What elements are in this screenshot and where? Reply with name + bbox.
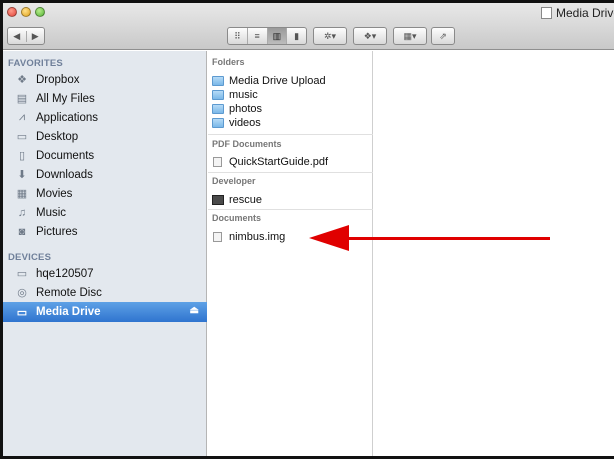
movies-icon: ▦ [16, 188, 28, 200]
dropbox-icon: ❖ [17, 74, 27, 86]
sidebar-item-label: Downloads [36, 168, 93, 181]
file-name: videos [229, 117, 261, 129]
sidebar-item-documents[interactable]: ▯ Documents [3, 146, 207, 165]
folder-icon [212, 76, 224, 86]
coverflow-view-icon[interactable]: ▮ [286, 28, 306, 44]
list-item-folder[interactable]: Media Drive Upload [212, 74, 372, 88]
sidebar-item-dropbox[interactable]: ❖ Dropbox [3, 70, 207, 89]
file-name: Media Drive Upload [229, 75, 326, 87]
sidebar: FAVORITES ❖ Dropbox ▤ All My Files ⩘ App… [3, 51, 207, 459]
sidebar-item-label: Remote Disc [36, 286, 102, 299]
window-title: Media Drive [541, 6, 614, 20]
list-item-file[interactable]: rescue [212, 193, 372, 207]
section-header-developer: Developer [212, 176, 256, 186]
folder-icon [212, 118, 224, 128]
sidebar-item-media-drive[interactable]: ▭ Media Drive ⏏ [3, 302, 207, 322]
annotation-arrow-head [309, 225, 349, 251]
list-item-folder[interactable]: videos [212, 116, 372, 130]
disc-icon: ◎ [17, 287, 27, 299]
minimize-window-button[interactable] [21, 7, 31, 17]
close-window-button[interactable] [7, 7, 17, 17]
finder-window: Media Drive ◀ ▶ ⠿ ≡ ▥ ▮ ✲▾ ❖▾ ▦▾ ⇗ FAVOR… [3, 3, 614, 459]
disk-image-file-icon [213, 232, 222, 242]
documents-icon: ▯ [18, 150, 26, 162]
sidebar-item-movies[interactable]: ▦ Movies [3, 184, 207, 203]
file-name: rescue [229, 194, 263, 206]
column-view-icon[interactable]: ▥ [266, 28, 287, 44]
share-button[interactable]: ⇗ [431, 27, 455, 45]
forward-arrow-icon[interactable]: ▶ [25, 30, 45, 42]
icon-view-icon[interactable]: ⠿ [228, 28, 247, 44]
sidebar-item-label: Music [36, 206, 67, 219]
zoom-window-button[interactable] [35, 7, 45, 17]
executable-icon [212, 195, 224, 205]
section-divider [208, 209, 373, 210]
sidebar-item-label: Media Drive [36, 306, 101, 318]
folder-icon [212, 104, 224, 114]
sidebar-item-applications[interactable]: ⩘ Applications [3, 108, 207, 127]
back-forward-control: ◀ ▶ [7, 27, 45, 45]
file-name: photos [229, 103, 263, 115]
eject-icon[interactable]: ⏏ [190, 305, 199, 316]
favorites-header: FAVORITES [8, 58, 63, 69]
arrange-button[interactable]: ▦▾ [393, 27, 427, 45]
section-divider [208, 134, 373, 135]
sidebar-item-label: Dropbox [36, 73, 80, 86]
share-icon: ⇗ [439, 30, 447, 41]
sidebar-item-label: All My Files [36, 92, 95, 105]
file-name: QuickStartGuide.pdf [229, 156, 329, 168]
sidebar-item-remote-disc[interactable]: ◎ Remote Disc [3, 283, 207, 302]
sidebar-item-label: Applications [36, 111, 99, 124]
action-gear-button[interactable]: ✲▾ [313, 27, 347, 45]
all-files-icon: ▤ [16, 93, 28, 105]
file-name: music [229, 89, 258, 101]
arrange-icon: ▦▾ [403, 30, 417, 41]
back-arrow-icon[interactable]: ◀ [8, 31, 26, 42]
gear-icon: ✲▾ [323, 30, 337, 41]
preview-pane [374, 51, 614, 459]
view-mode-control: ⠿ ≡ ▥ ▮ [227, 27, 307, 45]
folder-icon [212, 90, 224, 100]
file-column: Folders Media Drive Upload music photos … [208, 51, 373, 459]
section-divider [208, 172, 373, 173]
list-item-file[interactable]: QuickStartGuide.pdf [212, 155, 372, 169]
sidebar-item-all-my-files[interactable]: ▤ All My Files [3, 89, 207, 108]
file-name: nimbus.img [229, 231, 286, 243]
pictures-icon: ◙ [18, 225, 26, 238]
list-item-folder[interactable]: photos [212, 102, 372, 116]
laptop-icon: ▭ [16, 268, 28, 280]
drive-icon: ▭ [16, 306, 28, 319]
sidebar-item-pictures[interactable]: ◙ Pictures [3, 222, 207, 241]
drive-icon [541, 7, 552, 19]
applications-icon: ⩘ [18, 111, 26, 123]
pdf-file-icon [213, 157, 222, 167]
sidebar-item-hqe120507[interactable]: ▭ hqe120507 [3, 264, 207, 283]
section-header-documents: Documents [212, 213, 262, 223]
music-icon: ♫ [17, 206, 27, 219]
desktop-icon: ▭ [16, 131, 28, 143]
sidebar-item-label: Documents [36, 149, 95, 162]
list-view-icon[interactable]: ≡ [246, 28, 267, 44]
list-item-folder[interactable]: music [212, 88, 372, 102]
dropbox-icon: ❖▾ [363, 30, 377, 41]
sidebar-item-label: Desktop [36, 130, 79, 143]
sidebar-item-downloads[interactable]: ⬇ Downloads [3, 165, 207, 184]
window-title-text: Media Drive [556, 6, 614, 20]
section-header-pdf-documents: PDF Documents [212, 139, 282, 149]
dropbox-menu-button[interactable]: ❖▾ [353, 27, 387, 45]
sidebar-item-label: Pictures [36, 225, 78, 238]
sidebar-item-desktop[interactable]: ▭ Desktop [3, 127, 207, 146]
annotation-arrow-shaft [333, 237, 550, 240]
downloads-icon: ⬇ [17, 169, 27, 181]
window-controls [7, 7, 45, 17]
toolbar: Media Drive ◀ ▶ ⠿ ≡ ▥ ▮ ✲▾ ❖▾ ▦▾ ⇗ [3, 3, 614, 50]
sidebar-item-music[interactable]: ♫ Music [3, 203, 207, 222]
section-header-folders: Folders [212, 57, 245, 67]
devices-header: DEVICES [8, 252, 52, 263]
sidebar-item-label: hqe120507 [36, 267, 94, 280]
sidebar-item-label: Movies [36, 187, 73, 200]
